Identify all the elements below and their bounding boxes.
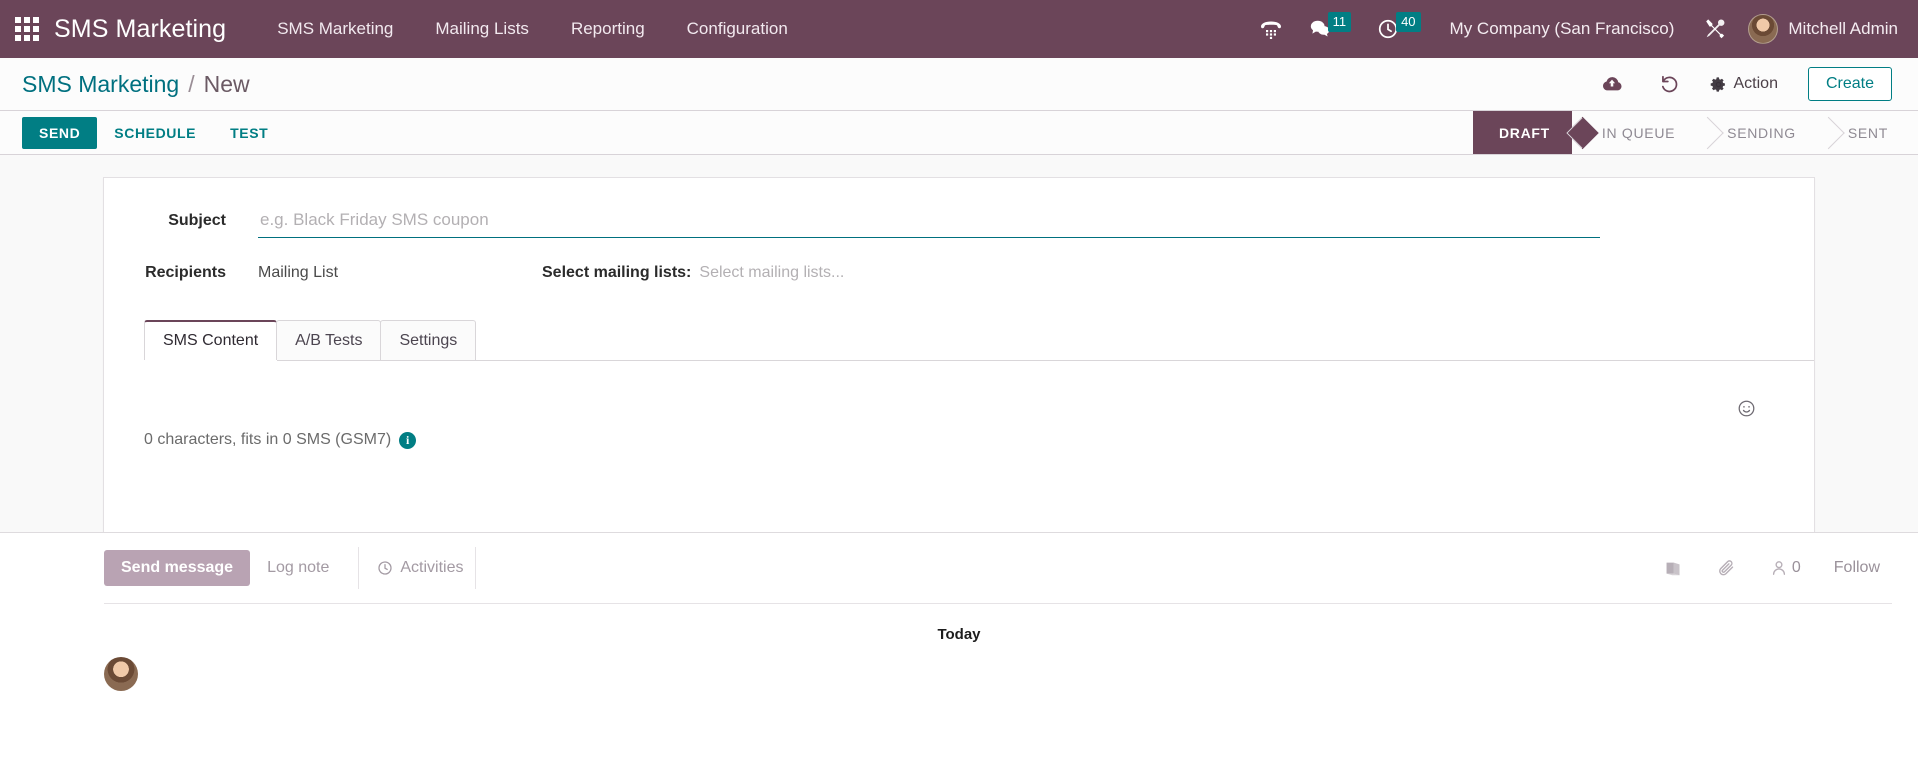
followers-button[interactable]: 0 xyxy=(1753,559,1818,577)
chatter-message-row xyxy=(0,643,1918,691)
subject-label: Subject xyxy=(168,212,226,229)
smiley-face-icon[interactable] xyxy=(1737,399,1756,418)
avatar xyxy=(1748,14,1779,44)
developer-tools-button[interactable] xyxy=(1690,0,1740,58)
control-panel-actions: Action Create xyxy=(1583,67,1892,101)
mailing-lists-input[interactable] xyxy=(699,264,1160,282)
workflow-buttons: SEND SCHEDULE TEST xyxy=(0,111,285,154)
action-menu-button[interactable]: Action xyxy=(1698,75,1792,93)
recipients-control: Mailing List Select mailing lists: xyxy=(226,264,1814,282)
recipients-label: Recipients xyxy=(145,264,226,281)
book-icon xyxy=(1664,560,1683,577)
save-record-button[interactable] xyxy=(1583,74,1641,94)
breadcrumb-root-link[interactable]: SMS Marketing xyxy=(22,71,179,98)
breadcrumb-separator: / xyxy=(188,70,195,97)
subject-control xyxy=(226,208,1814,238)
user-menu[interactable]: Mitchell Admin xyxy=(1740,14,1904,44)
company-switcher[interactable]: My Company (San Francisco) xyxy=(1434,19,1691,39)
form-sheet: Subject Recipients Mailing List Select m… xyxy=(103,177,1815,532)
follow-button[interactable]: Follow xyxy=(1818,559,1892,577)
schedule-button[interactable]: SCHEDULE xyxy=(97,117,213,149)
messages-button[interactable]: 11 xyxy=(1296,0,1365,58)
activities-label: Activities xyxy=(400,559,464,576)
wrench-screwdriver-icon xyxy=(1703,17,1727,41)
navbar-right-cluster: 11 40 My Company (San Francisco) Mitchel… xyxy=(1246,0,1918,58)
send-button[interactable]: SEND xyxy=(22,116,98,149)
nav-menu-mailing-lists[interactable]: Mailing Lists xyxy=(414,0,550,58)
voip-dialpad-button[interactable] xyxy=(1246,0,1296,58)
chatter-toolbar: Send message Log note Activities 0 Follo… xyxy=(104,533,1892,604)
log-book-button[interactable] xyxy=(1647,560,1700,577)
undo-arrow-icon xyxy=(1659,74,1680,95)
person-icon xyxy=(1770,559,1788,577)
form-background: Subject Recipients Mailing List Select m… xyxy=(0,155,1918,532)
attachment-button[interactable] xyxy=(1700,559,1753,578)
test-button[interactable]: TEST xyxy=(213,117,285,149)
breadcrumb: SMS Marketing / New xyxy=(22,71,250,98)
chatter: Send message Log note Activities 0 Follo… xyxy=(0,532,1918,691)
app-brand-title[interactable]: SMS Marketing xyxy=(54,15,256,44)
apps-grid-icon xyxy=(15,17,39,41)
notebook-tabs: SMS Content A/B Tests Settings xyxy=(144,320,1814,361)
action-menu-label: Action xyxy=(1733,75,1778,92)
discard-changes-button[interactable] xyxy=(1641,74,1698,95)
gear-icon xyxy=(1710,76,1727,93)
cloud-upload-icon xyxy=(1601,74,1623,94)
chatter-divider-right xyxy=(475,547,477,589)
top-navbar: SMS Marketing SMS Marketing Mailing List… xyxy=(0,0,1918,58)
log-note-button[interactable]: Log note xyxy=(250,550,346,586)
chatter-date-divider: Today xyxy=(937,626,981,643)
stage-sending[interactable]: SENDING xyxy=(1697,111,1818,154)
schedule-activity-button[interactable]: Activities xyxy=(359,559,463,577)
tab-ab-tests[interactable]: A/B Tests xyxy=(276,320,382,360)
clock-icon xyxy=(377,560,393,576)
activities-button[interactable]: 40 xyxy=(1364,0,1433,58)
info-circle-icon[interactable]: i xyxy=(399,431,417,449)
status-button-bar: SEND SCHEDULE TEST DRAFT IN QUEUE SENDIN… xyxy=(0,111,1918,155)
paperclip-icon xyxy=(1717,559,1736,578)
tab-sms-content[interactable]: SMS Content xyxy=(144,320,278,360)
create-button[interactable]: Create xyxy=(1807,67,1892,101)
mailing-lists-label: Select mailing lists: xyxy=(542,264,692,281)
dialpad-phone-icon xyxy=(1259,17,1283,41)
sms-content-panel: 0 characters, fits in 0 SMS (GSM7) i xyxy=(104,361,1814,532)
recipients-row: Recipients Mailing List Select mailing l… xyxy=(104,260,1814,282)
activities-count-badge: 40 xyxy=(1396,12,1421,32)
apps-menu-button[interactable] xyxy=(0,0,54,58)
control-panel: SMS Marketing / New Action Create xyxy=(0,58,1918,111)
send-message-button[interactable]: Send message xyxy=(104,550,251,586)
nav-menu-reporting[interactable]: Reporting xyxy=(550,0,666,58)
subject-input[interactable] xyxy=(258,208,1600,238)
stage-pipeline: DRAFT IN QUEUE SENDING SENT xyxy=(1472,111,1918,154)
nav-menu-configuration[interactable]: Configuration xyxy=(666,0,809,58)
character-counter: 0 characters, fits in 0 SMS (GSM7) i xyxy=(144,431,417,449)
recipients-type-select[interactable]: Mailing List xyxy=(258,264,542,282)
nav-menu-sms-marketing[interactable]: SMS Marketing xyxy=(256,0,414,58)
stage-in-queue[interactable]: IN QUEUE xyxy=(1571,111,1698,154)
user-name-label: Mitchell Admin xyxy=(1788,19,1898,38)
breadcrumb-current: New xyxy=(203,70,250,97)
messages-count-badge: 11 xyxy=(1327,12,1352,32)
stage-sent[interactable]: SENT xyxy=(1817,111,1918,154)
followers-count: 0 xyxy=(1791,559,1801,576)
message-author-avatar xyxy=(104,657,138,691)
chatter-right-actions: 0 Follow xyxy=(1647,559,1892,578)
subject-row: Subject xyxy=(104,208,1814,238)
tab-settings[interactable]: Settings xyxy=(380,320,477,360)
character-counter-text: 0 characters, fits in 0 SMS (GSM7) xyxy=(144,431,392,448)
stage-draft[interactable]: DRAFT xyxy=(1472,111,1572,154)
